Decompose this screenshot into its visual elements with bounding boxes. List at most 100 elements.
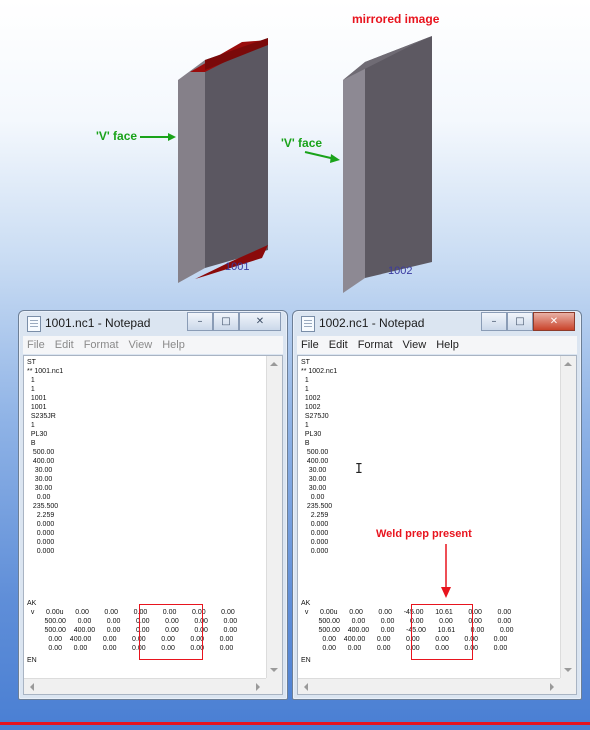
- title-bar[interactable]: 1001.nc1 - Notepad – □ ✕: [19, 311, 287, 335]
- scroll-left-icon[interactable]: [304, 683, 308, 691]
- menu-edit[interactable]: Edit: [329, 339, 348, 351]
- horizontal-scrollbar[interactable]: [298, 678, 560, 694]
- plate-1002-v-face: [343, 62, 365, 293]
- text-line: 30.00: [27, 476, 53, 483]
- ak-line: EN: [27, 657, 37, 664]
- caption-buttons: – □ ✕: [481, 312, 575, 331]
- ak-line: 0.00 400.00 0.00 0.00 0.00 0.00 0.00: [301, 636, 508, 643]
- text-line: 30.00: [301, 467, 327, 474]
- text-line: 1002: [301, 404, 321, 411]
- menu-file[interactable]: File: [27, 339, 45, 351]
- menu-format[interactable]: Format: [358, 339, 393, 351]
- text-line: 400.00: [27, 458, 55, 465]
- text-editor[interactable]: ST ** 1002.nc1 1 1 1002 1002 S275J0 1 PL…: [297, 355, 577, 695]
- text-line: 500.00: [27, 449, 55, 456]
- close-button[interactable]: ✕: [239, 312, 281, 331]
- ak-line: v 0.00u 0.00 0.00 -45.00 10.61 0.00 0.00: [301, 609, 512, 616]
- close-button[interactable]: ✕: [533, 312, 575, 331]
- notepad-window-1001[interactable]: 1001.nc1 - Notepad – □ ✕ File Edit Forma…: [18, 310, 288, 700]
- mirrored-image-label: mirrored image: [352, 12, 440, 26]
- menu-help[interactable]: Help: [162, 339, 185, 351]
- text-line: 0.000: [27, 539, 55, 546]
- scroll-up-icon[interactable]: [270, 362, 278, 366]
- text-line: S235JR: [27, 413, 56, 420]
- text-line: 0.000: [301, 539, 329, 546]
- text-line: 2.259: [301, 512, 329, 519]
- notepad-window-1002[interactable]: 1002.nc1 - Notepad – □ ✕ File Edit Forma…: [292, 310, 582, 700]
- highlight-box: [139, 604, 203, 660]
- text-cursor-icon: I: [355, 462, 363, 477]
- scroll-right-icon[interactable]: [550, 683, 554, 691]
- ak-line: 0.00 0.00 0.00 0.00 0.00 0.00 0.00: [301, 645, 508, 652]
- menu-help[interactable]: Help: [436, 339, 459, 351]
- menu-bar: File Edit Format View Help: [297, 336, 577, 354]
- ak-line: AK: [27, 600, 37, 607]
- text-line: 1: [301, 386, 309, 393]
- text-line: 500.00: [301, 449, 329, 456]
- highlight-box: [411, 604, 473, 660]
- menu-bar: File Edit Format View Help: [23, 336, 283, 354]
- plate-1002: [343, 36, 432, 293]
- text-line: 0.000: [301, 548, 329, 555]
- scroll-right-icon[interactable]: [256, 683, 260, 691]
- weld-prep-arrow: [441, 544, 451, 598]
- text-line: S275J0: [301, 413, 329, 420]
- menu-view[interactable]: View: [403, 339, 427, 351]
- scroll-up-icon[interactable]: [564, 362, 572, 366]
- ak-line: 500.00 400.00 0.00 -45.00 10.61 0.00 0.0…: [301, 627, 514, 634]
- ak-line: AK: [301, 600, 311, 607]
- text-line: 0.00: [27, 494, 51, 501]
- menu-edit[interactable]: Edit: [55, 339, 74, 351]
- window-title: 1001.nc1 - Notepad: [45, 316, 151, 330]
- ak-line: 500.00 400.00 0.00 0.00 0.00 0.00 0.00: [27, 627, 238, 634]
- scroll-down-icon[interactable]: [564, 668, 572, 672]
- text-line: 235.500: [27, 503, 59, 510]
- horizontal-scrollbar[interactable]: [24, 678, 266, 694]
- text-line: 30.00: [301, 476, 327, 483]
- menu-format[interactable]: Format: [84, 339, 119, 351]
- plate-3d-render: [140, 36, 432, 293]
- text-line: 400.00: [301, 458, 329, 465]
- text-line: 1: [301, 422, 309, 429]
- weld-prep-label: Weld prep present: [376, 528, 472, 540]
- plate-1001-side-face: [205, 38, 268, 268]
- text-line: ST: [301, 359, 310, 366]
- text-line: 0.000: [27, 548, 55, 555]
- vertical-scrollbar[interactable]: [266, 356, 282, 678]
- ak-line: EN: [301, 657, 311, 664]
- ak-line: 500.00 0.00 0.00 0.00 0.00 0.00 0.00: [301, 618, 512, 625]
- text-line: PL30: [27, 431, 48, 438]
- minimize-button[interactable]: –: [481, 312, 507, 331]
- text-line: 30.00: [27, 485, 53, 492]
- bottom-accent-bar: [0, 722, 590, 725]
- text-line: ** 1001.nc1: [27, 368, 64, 375]
- plate-1002-side-face: [365, 36, 432, 278]
- v-face-right-arrow: [304, 151, 336, 160]
- text-line: B: [301, 440, 310, 447]
- text-line: 0.000: [301, 530, 329, 537]
- text-line: ST: [27, 359, 36, 366]
- text-line: 30.00: [301, 485, 327, 492]
- notepad-icon: [27, 316, 41, 332]
- menu-file[interactable]: File: [301, 339, 319, 351]
- text-line: PL30: [301, 431, 322, 438]
- text-line: 1001: [27, 395, 47, 402]
- text-editor[interactable]: ST ** 1001.nc1 1 1 1001 1001 S235JR 1 PL…: [23, 355, 283, 695]
- maximize-button[interactable]: □: [507, 312, 533, 331]
- text-line: 1002: [301, 395, 321, 402]
- plate-1001-v-face: [178, 60, 205, 283]
- text-content[interactable]: ST ** 1001.nc1 1 1 1001 1001 S235JR 1 PL…: [24, 356, 266, 678]
- vertical-scrollbar[interactable]: [560, 356, 576, 678]
- scroll-down-icon[interactable]: [270, 668, 278, 672]
- text-content[interactable]: ST ** 1002.nc1 1 1 1002 1002 S275J0 1 PL…: [298, 356, 560, 678]
- maximize-button[interactable]: □: [213, 312, 239, 331]
- text-line: 1: [27, 386, 35, 393]
- menu-view[interactable]: View: [129, 339, 153, 351]
- minimize-button[interactable]: –: [187, 312, 213, 331]
- window-title: 1002.nc1 - Notepad: [319, 316, 425, 330]
- text-line: 0.000: [27, 521, 55, 528]
- notepad-icon: [301, 316, 315, 332]
- text-line: 1: [301, 377, 309, 384]
- title-bar[interactable]: 1002.nc1 - Notepad – □ ✕: [293, 311, 581, 335]
- scroll-left-icon[interactable]: [30, 683, 34, 691]
